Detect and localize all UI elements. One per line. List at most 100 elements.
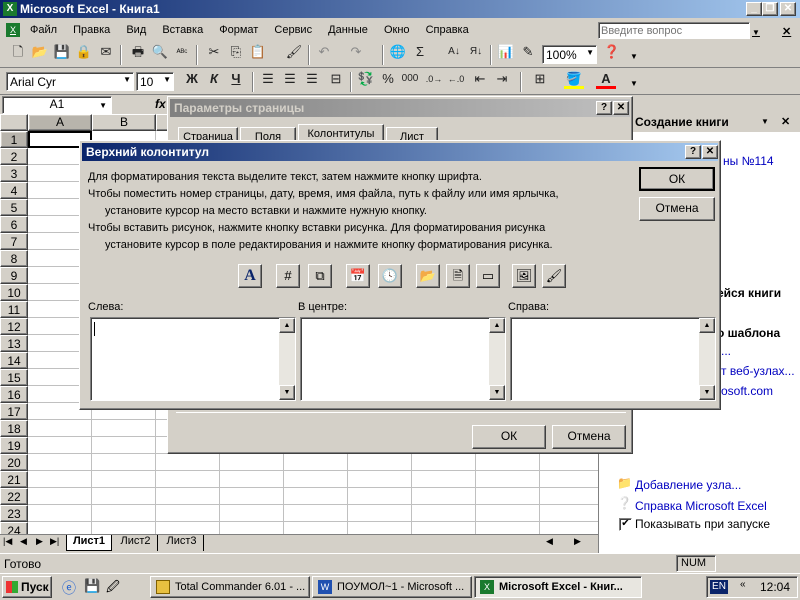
- grid-cell[interactable]: [476, 488, 540, 505]
- format-painter-icon[interactable]: 🖌: [284, 42, 304, 62]
- center-section-textbox[interactable]: ▲ ▼: [300, 317, 506, 401]
- grid-cell[interactable]: [540, 454, 598, 471]
- help-search-input[interactable]: [598, 22, 750, 39]
- toolbar-options-icon-2[interactable]: ▼: [630, 79, 638, 88]
- undo-icon[interactable]: ↶: [314, 42, 334, 62]
- grid-cell[interactable]: [540, 505, 598, 522]
- font-format-button[interactable]: A: [238, 264, 262, 288]
- grid-cell[interactable]: [156, 471, 220, 488]
- grid-cell[interactable]: [348, 488, 412, 505]
- row-header[interactable]: 23: [0, 505, 28, 522]
- grid-cell[interactable]: [540, 488, 598, 505]
- date-icon[interactable]: 📅: [346, 264, 370, 288]
- save-icon[interactable]: 💾: [52, 42, 72, 62]
- sheet-tab-1[interactable]: Лист1: [66, 535, 112, 551]
- percent-button[interactable]: %: [378, 69, 398, 89]
- hyperlink-icon[interactable]: 🌐: [388, 42, 408, 62]
- grid-cell[interactable]: [92, 522, 156, 534]
- page-setup-help-button[interactable]: ?: [596, 101, 612, 115]
- format-picture-icon[interactable]: 🖌: [542, 264, 566, 288]
- select-all-corner[interactable]: [0, 114, 28, 131]
- align-right-icon[interactable]: ☰: [302, 69, 322, 89]
- underline-button[interactable]: Ч: [226, 69, 246, 89]
- grid-cell[interactable]: [220, 522, 284, 534]
- row-header[interactable]: 8: [0, 250, 28, 267]
- header-cancel-button[interactable]: Отмена: [639, 197, 715, 221]
- header-ok-button[interactable]: ОК: [639, 167, 715, 191]
- bold-button[interactable]: Ж: [182, 69, 202, 89]
- right-section-textbox[interactable]: ▲ ▼: [510, 317, 716, 401]
- menu-data[interactable]: Данные: [328, 24, 368, 36]
- column-header-a[interactable]: A: [28, 114, 92, 131]
- grid-cell[interactable]: [412, 488, 476, 505]
- show-start-checkbox[interactable]: ✔: [619, 518, 632, 531]
- right-vscroll[interactable]: ▲ ▼: [699, 318, 715, 400]
- cut-icon[interactable]: ✂: [204, 42, 224, 62]
- fill-color-icon[interactable]: 🪣: [564, 69, 584, 89]
- ie-quicklaunch-icon[interactable]: ⓔ: [62, 578, 76, 598]
- start-button[interactable]: Пуск: [2, 576, 52, 598]
- row-header[interactable]: 11: [0, 301, 28, 318]
- header-close-button[interactable]: ✕: [702, 145, 718, 159]
- minimize-button[interactable]: _: [746, 2, 762, 16]
- prev-sheet-icon[interactable]: ◀: [20, 536, 27, 547]
- increase-indent-icon[interactable]: ⇥: [492, 69, 512, 89]
- taskbar-word[interactable]: ПОУМОЛ~1 - Microsoft ...: [312, 576, 472, 598]
- grid-cell[interactable]: [412, 454, 476, 471]
- permission-icon[interactable]: 🔒: [74, 42, 94, 62]
- grid-cell[interactable]: [348, 522, 412, 534]
- task-link-frag6[interactable]: osoft.com: [721, 384, 773, 398]
- row-header[interactable]: 9: [0, 267, 28, 284]
- row-header[interactable]: 20: [0, 454, 28, 471]
- grid-cell[interactable]: [412, 505, 476, 522]
- close-button[interactable]: ✕: [780, 2, 796, 16]
- fx-icon[interactable]: fx: [155, 97, 166, 111]
- grid-cell[interactable]: [476, 522, 540, 534]
- currency-icon[interactable]: 💱: [356, 69, 376, 89]
- excel-doc-icon[interactable]: X: [6, 23, 20, 37]
- grid-cell[interactable]: [348, 454, 412, 471]
- print-icon[interactable]: 🖶: [128, 42, 148, 62]
- row-header[interactable]: 17: [0, 403, 28, 420]
- row-header[interactable]: 2: [0, 148, 28, 165]
- grid-cell[interactable]: [28, 454, 92, 471]
- last-sheet-icon[interactable]: ▶|: [50, 536, 59, 547]
- tray-expand-icon[interactable]: «: [740, 579, 746, 590]
- copy-icon[interactable]: ⎘: [226, 42, 246, 62]
- decrease-decimal-icon[interactable]: ←.0: [446, 69, 466, 89]
- grid-cell[interactable]: [92, 488, 156, 505]
- grid-cell[interactable]: [540, 471, 598, 488]
- excel-help-link[interactable]: Справка Microsoft Excel: [635, 499, 767, 513]
- grid-cell[interactable]: [284, 505, 348, 522]
- page-setup-title-bar[interactable]: Параметры страницы ? ✕: [170, 99, 630, 117]
- row-header[interactable]: 4: [0, 182, 28, 199]
- page-count-icon[interactable]: ⧉: [308, 264, 332, 288]
- grid-cell[interactable]: [348, 505, 412, 522]
- row-header[interactable]: 7: [0, 233, 28, 250]
- decrease-indent-icon[interactable]: ⇤: [470, 69, 490, 89]
- header-help-button[interactable]: ?: [685, 145, 701, 159]
- left-section-textbox[interactable]: ▲ ▼: [90, 317, 296, 401]
- taskbar-total-commander[interactable]: Total Commander 6.01 - ...: [150, 576, 310, 598]
- grid-cell[interactable]: [156, 488, 220, 505]
- page-setup-close-button[interactable]: ✕: [613, 101, 629, 115]
- align-center-icon[interactable]: ☰: [280, 69, 300, 89]
- menu-format[interactable]: Формат: [219, 24, 258, 36]
- grid-cell[interactable]: [476, 505, 540, 522]
- grid-cell[interactable]: [28, 471, 92, 488]
- row-header[interactable]: 10: [0, 284, 28, 301]
- sort-asc-icon[interactable]: A↓: [444, 42, 464, 62]
- menu-insert[interactable]: Вставка: [162, 24, 203, 36]
- spelling-icon[interactable]: ᴬᴮᶜ: [172, 42, 192, 62]
- grid-cell[interactable]: [284, 522, 348, 534]
- grid-cell[interactable]: [220, 454, 284, 471]
- font-name-select[interactable]: Arial Cyr ▼: [6, 72, 134, 91]
- header-dialog-title-bar[interactable]: Верхний колонтитул ? ✕: [82, 143, 718, 161]
- row-header[interactable]: 12: [0, 318, 28, 335]
- grid-cell[interactable]: [92, 471, 156, 488]
- grid-cell[interactable]: [156, 522, 220, 534]
- grid-cell[interactable]: [92, 420, 156, 437]
- task-link-frag1[interactable]: ны №114: [723, 154, 774, 168]
- grid-cell[interactable]: [156, 505, 220, 522]
- task-pane-close-icon[interactable]: ✕: [781, 112, 790, 132]
